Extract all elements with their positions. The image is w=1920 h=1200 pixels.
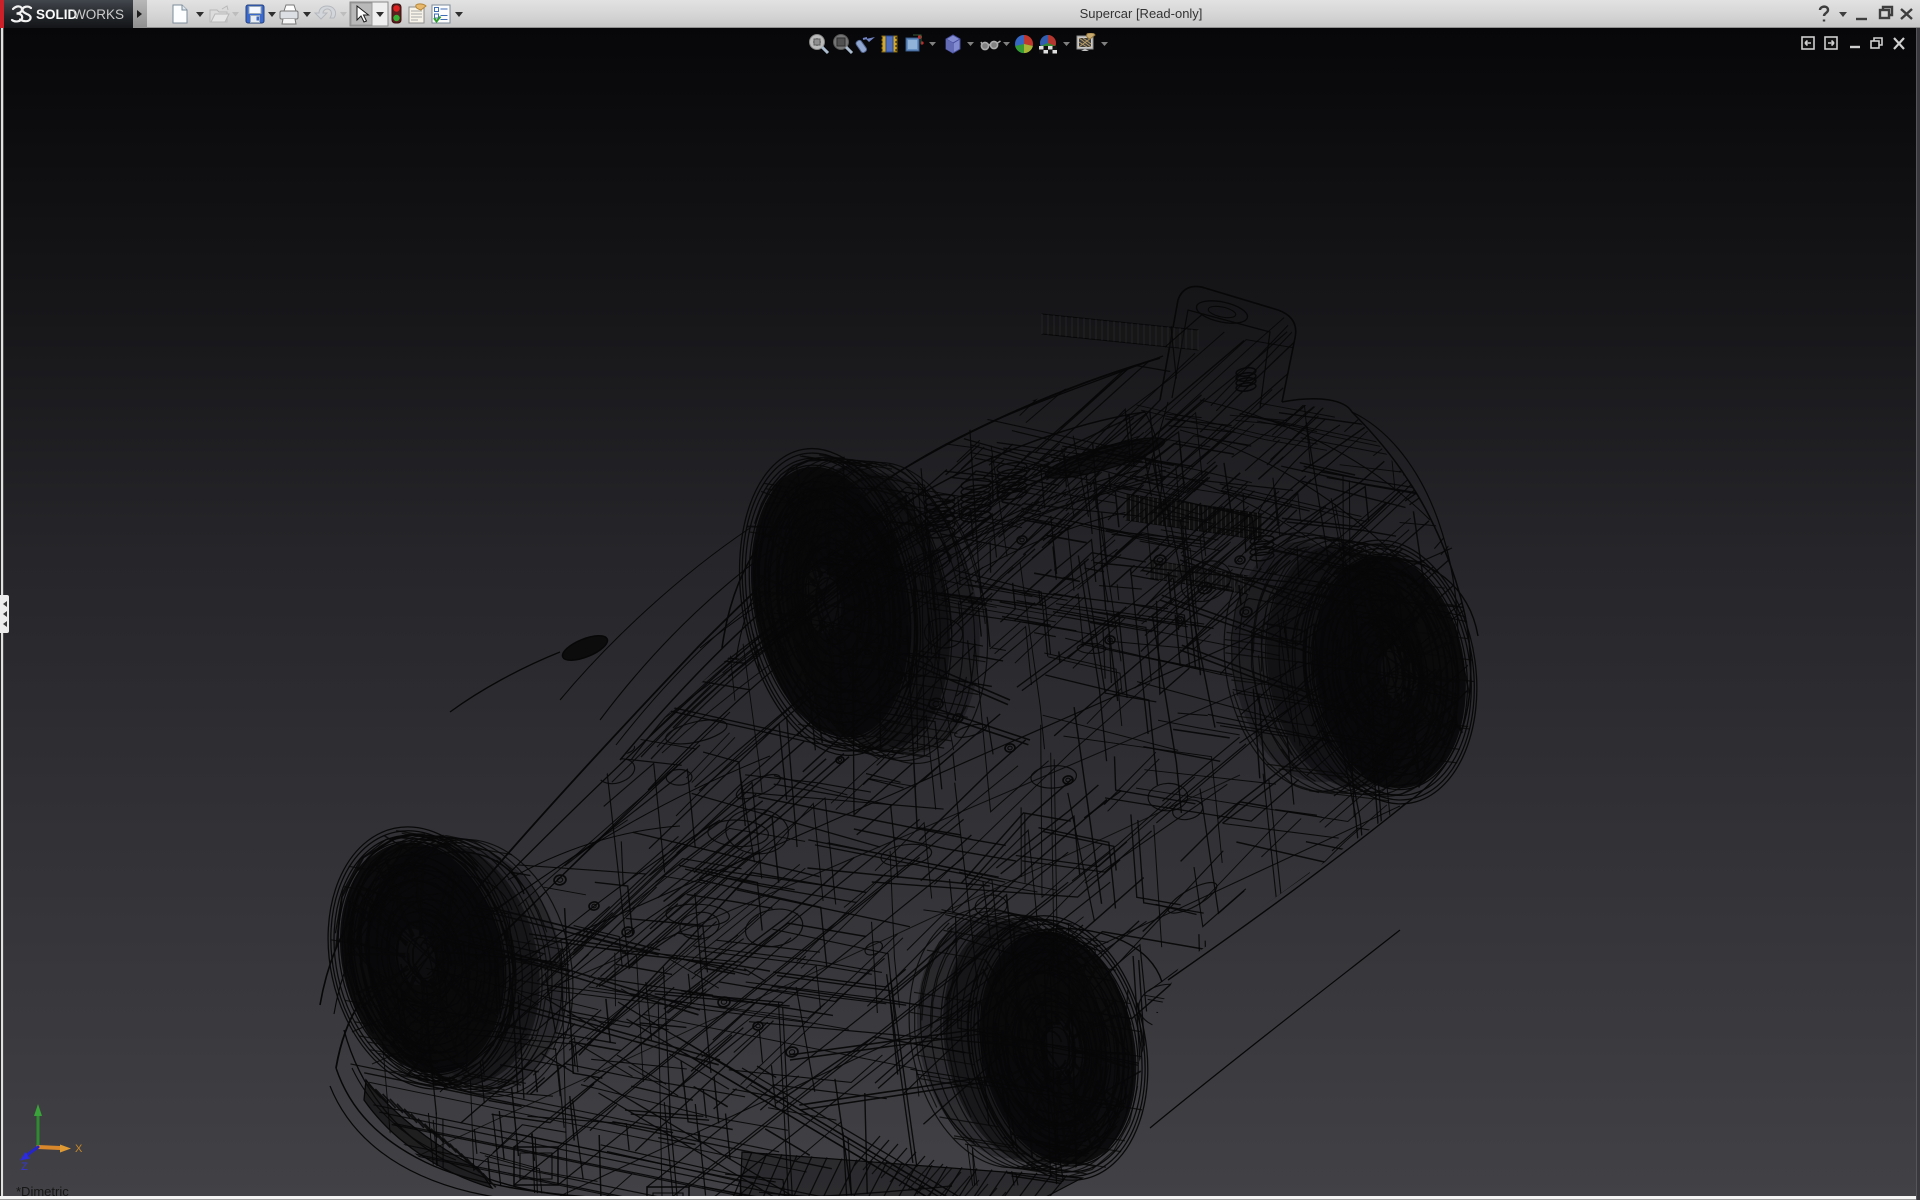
svg-text:WORKS: WORKS xyxy=(73,7,124,22)
svg-text:SOLID: SOLID xyxy=(36,7,78,22)
svg-text:Z: Z xyxy=(21,1161,28,1173)
svg-text:X: X xyxy=(75,1143,83,1155)
